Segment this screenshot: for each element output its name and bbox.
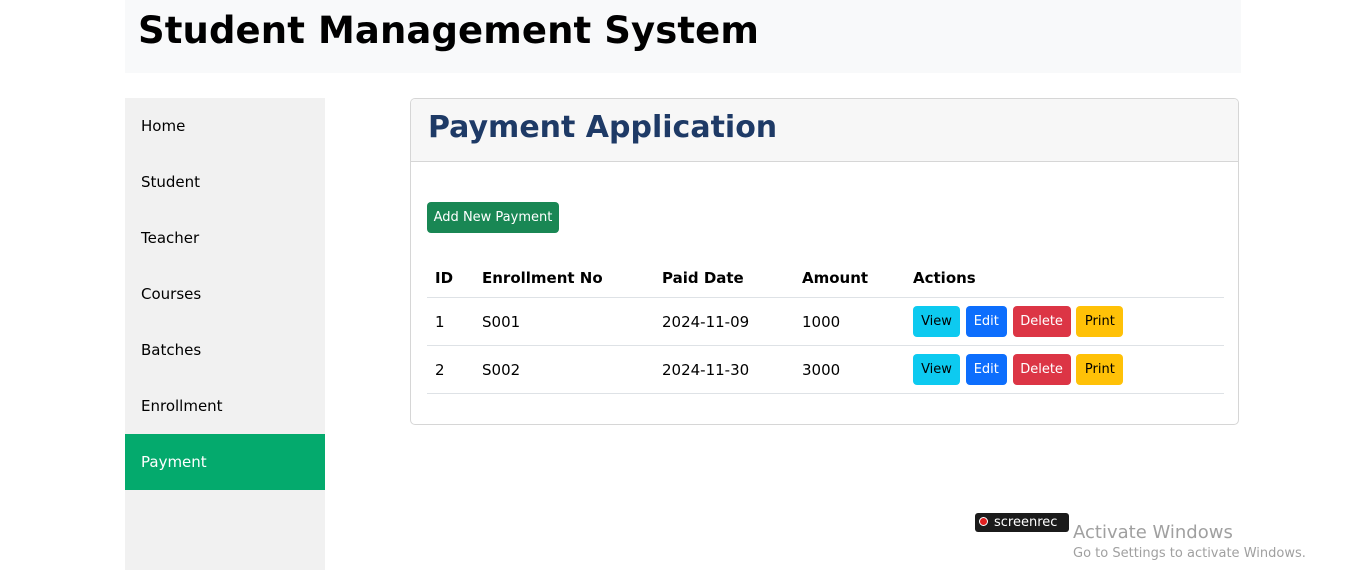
table-header-row: ID Enrollment No Paid Date Amount Action…: [427, 259, 1224, 298]
table-row: 2 S002 2024-11-30 3000 View Edit Delete …: [427, 345, 1224, 394]
cell-amount: 3000: [794, 345, 905, 394]
column-header-enrollment-no: Enrollment No: [474, 259, 654, 298]
record-icon: [979, 517, 988, 526]
edit-button[interactable]: Edit: [965, 354, 1007, 385]
sidebar-item-student[interactable]: Student: [125, 154, 325, 210]
column-header-id: ID: [427, 259, 474, 298]
sidebar: Home Student Teacher Courses Batches Enr…: [125, 98, 325, 570]
cell-id: 2: [427, 345, 474, 394]
cell-enrollment-no: S001: [474, 297, 654, 346]
delete-button[interactable]: Delete: [1012, 354, 1071, 385]
cell-actions: View Edit Delete Print: [905, 297, 1224, 346]
card-header: Payment Application: [411, 99, 1238, 162]
sidebar-item-home[interactable]: Home: [125, 98, 325, 154]
page-title: Payment Application: [428, 110, 778, 145]
activate-windows-title: Activate Windows: [1073, 522, 1233, 543]
sidebar-item-batches[interactable]: Batches: [125, 322, 325, 378]
cell-paid-date: 2024-11-30: [654, 345, 794, 394]
sidebar-item-teacher[interactable]: Teacher: [125, 210, 325, 266]
column-header-amount: Amount: [794, 259, 905, 298]
delete-button[interactable]: Delete: [1012, 306, 1071, 337]
sidebar-item-payment[interactable]: Payment: [125, 434, 325, 490]
cell-id: 1: [427, 297, 474, 346]
add-new-payment-button[interactable]: Add New Payment: [427, 202, 559, 233]
app-title: Student Management System: [138, 9, 760, 52]
view-button[interactable]: View: [913, 354, 960, 385]
screenrec-badge: screenrec: [975, 513, 1069, 532]
payment-table: ID Enrollment No Paid Date Amount Action…: [427, 259, 1224, 394]
activate-windows-watermark: Activate Windows Go to Settings to activ…: [1073, 522, 1306, 564]
edit-button[interactable]: Edit: [965, 306, 1007, 337]
cell-actions: View Edit Delete Print: [905, 345, 1224, 394]
view-button[interactable]: View: [913, 306, 960, 337]
table-row: 1 S001 2024-11-09 1000 View Edit Delete …: [427, 297, 1224, 346]
payment-card: Payment Application Add New Payment ID E…: [410, 98, 1239, 425]
column-header-paid-date: Paid Date: [654, 259, 794, 298]
cell-paid-date: 2024-11-09: [654, 297, 794, 346]
print-button[interactable]: Print: [1076, 354, 1124, 385]
sidebar-item-courses[interactable]: Courses: [125, 266, 325, 322]
print-button[interactable]: Print: [1076, 306, 1124, 337]
cell-amount: 1000: [794, 297, 905, 346]
sidebar-item-enrollment[interactable]: Enrollment: [125, 378, 325, 434]
column-header-actions: Actions: [905, 259, 1224, 298]
screenrec-label: screenrec: [994, 515, 1058, 530]
activate-windows-subtitle: Go to Settings to activate Windows.: [1073, 546, 1306, 561]
cell-enrollment-no: S002: [474, 345, 654, 394]
app-header: Student Management System: [125, 0, 1241, 73]
